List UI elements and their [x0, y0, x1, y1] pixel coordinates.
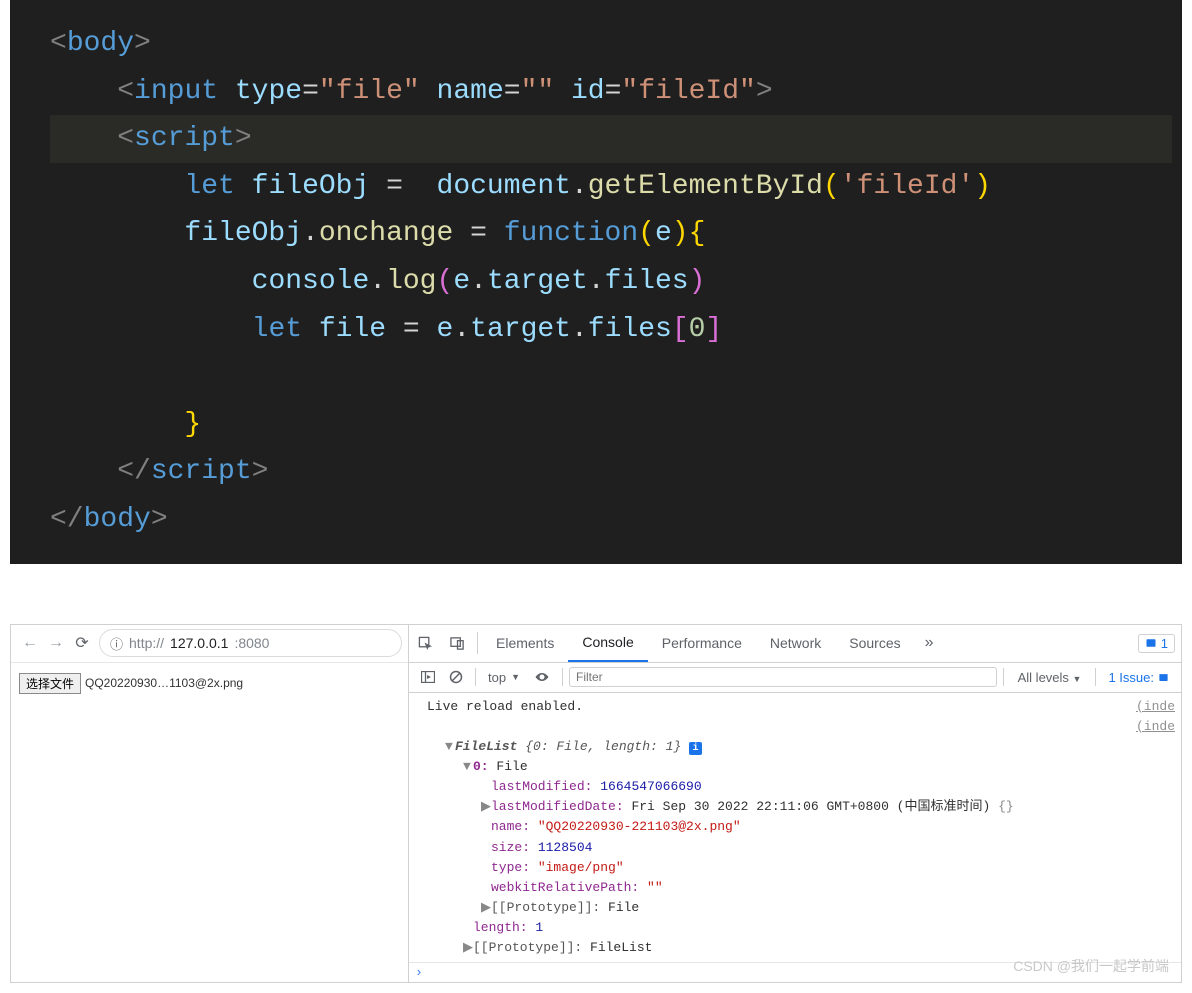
expand-icon: ▶ — [481, 898, 491, 918]
selected-file-name: QQ20220930…1103@2x.png — [85, 676, 243, 690]
devtools-tabs: Elements Console Performance Network Sou… — [409, 625, 1181, 663]
issue-link[interactable]: 1 Issue: — [1102, 670, 1175, 685]
filter-input[interactable] — [569, 667, 997, 687]
issues-count: 1 — [1161, 636, 1168, 651]
info-icon: ⓘ — [110, 634, 123, 653]
console-output[interactable]: Live reload enabled. (inde (inde ▼FileLi… — [409, 693, 1181, 963]
expand-icon[interactable]: ▼ — [445, 737, 455, 757]
log-levels-selector[interactable]: All levels ▼ — [1010, 670, 1090, 685]
tab-sources[interactable]: Sources — [835, 625, 914, 662]
source-link[interactable]: (inde — [1136, 717, 1175, 737]
filelist-summary[interactable]: ▼FileList {0: File, length: 1} i — [427, 737, 1181, 757]
code-editor: <body> <input type="file" name="" id="fi… — [10, 0, 1182, 564]
console-prompt[interactable]: › — [409, 962, 1181, 982]
address-bar: ← → ⟳ ⓘ http:// 127.0.0.1 :8080 — [11, 625, 408, 663]
inspect-icon[interactable] — [409, 625, 441, 662]
prop-lastModified: lastModified: 1664547066690 — [427, 777, 1181, 797]
live-expression-icon[interactable] — [528, 663, 556, 692]
tab-network[interactable]: Network — [756, 625, 835, 662]
file-entry-summary[interactable]: ▼0: File — [427, 757, 1181, 777]
prop-prototype-filelist[interactable]: ▶[[Prototype]]: FileList — [427, 938, 1181, 958]
prop-size: size: 1128504 — [427, 838, 1181, 858]
prop-name: name: "QQ20220930-221103@2x.png" — [427, 817, 1181, 837]
forward-icon[interactable]: → — [43, 630, 69, 656]
prop-type: type: "image/png" — [427, 858, 1181, 878]
expand-icon: ▶ — [481, 797, 491, 817]
prop-lastModifiedDate[interactable]: ▶lastModifiedDate: Fri Sep 30 2022 22:11… — [427, 797, 1181, 817]
tab-elements[interactable]: Elements — [482, 625, 568, 662]
url-port: :8080 — [234, 635, 269, 651]
device-toggle-icon[interactable] — [441, 625, 473, 662]
browser-devtools-row: ← → ⟳ ⓘ http:// 127.0.0.1 :8080 选择文件 QQ202… — [10, 624, 1182, 984]
info-icon[interactable]: i — [689, 742, 702, 755]
url-host: 127.0.0.1 — [170, 635, 228, 651]
url-scheme: http:// — [129, 635, 164, 651]
prop-prototype-file[interactable]: ▶[[Prototype]]: File — [427, 898, 1181, 918]
reload-icon[interactable]: ⟳ — [69, 630, 95, 656]
expand-icon: ▶ — [463, 938, 473, 958]
prop-webkitRelativePath: webkitRelativePath: "" — [427, 878, 1181, 898]
console-toolbar: top▼ All levels ▼ 1 Issue: — [409, 663, 1181, 693]
log-live-reload: Live reload enabled. (inde — [427, 697, 1181, 717]
tab-console[interactable]: Console — [568, 625, 647, 662]
file-input[interactable]: 选择文件 QQ20220930…1103@2x.png — [19, 673, 400, 694]
devtools: Elements Console Performance Network Sou… — [409, 625, 1181, 983]
issues-badge[interactable]: 1 — [1138, 634, 1175, 653]
choose-file-button[interactable]: 选择文件 — [19, 673, 81, 694]
context-selector[interactable]: top▼ — [482, 663, 526, 692]
tabs-overflow-icon[interactable]: » — [915, 634, 944, 652]
log-filelist-row: (inde — [427, 717, 1181, 737]
url-input[interactable]: ⓘ http:// 127.0.0.1 :8080 — [99, 629, 402, 657]
clear-console-icon[interactable] — [443, 663, 469, 692]
browser-page: ← → ⟳ ⓘ http:// 127.0.0.1 :8080 选择文件 QQ202… — [11, 625, 409, 983]
back-icon[interactable]: ← — [17, 630, 43, 656]
source-link[interactable]: (inde — [1136, 697, 1175, 717]
expand-icon[interactable]: ▼ — [463, 757, 473, 777]
sidebar-toggle-icon[interactable] — [415, 663, 441, 692]
tab-performance[interactable]: Performance — [648, 625, 756, 662]
prop-length: length: 1 — [427, 918, 1181, 938]
